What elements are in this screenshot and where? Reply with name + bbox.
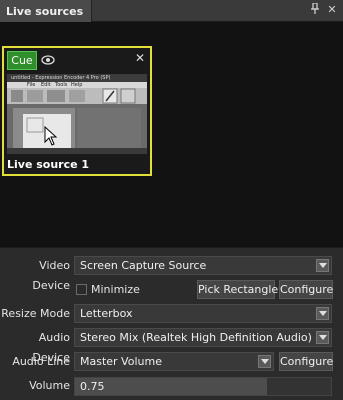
audio-line-value: Master Volume xyxy=(80,355,162,368)
volume-label: Volume xyxy=(29,379,70,392)
resize-mode-row: Resize Mode Letterbox xyxy=(0,304,343,324)
audio-line-row: Audio Line Master Volume Configure xyxy=(0,352,343,372)
minimize-label: Minimize xyxy=(91,283,140,296)
live-sources-area: Cue ✕ untitled - Expression Encoder 4 Pr… xyxy=(0,22,343,247)
resize-mode-label: Resize Mode xyxy=(1,307,70,320)
preview-window-title: untitled - Expression Encoder 4 Pro (SP) xyxy=(11,75,111,81)
source-name: Live source 1 xyxy=(7,158,90,171)
audio-line-select[interactable]: Master Volume xyxy=(74,352,274,371)
preview-menu-tools: Tools xyxy=(55,82,68,88)
preview-menu-edit: Edit xyxy=(41,82,51,88)
preview-menu-help: Help xyxy=(71,82,83,88)
panel-tab[interactable]: Live sources xyxy=(0,0,93,22)
dropdown-arrow-icon[interactable] xyxy=(316,331,329,344)
preview-menu-file: File xyxy=(27,82,36,88)
dropdown-arrow-icon[interactable] xyxy=(316,259,329,272)
resize-mode-value: Letterbox xyxy=(80,307,133,320)
dropdown-arrow-icon[interactable] xyxy=(316,307,329,320)
volume-value: 0.75 xyxy=(80,380,105,393)
audio-configure-button[interactable]: Configure xyxy=(279,352,333,371)
panel-header: Live sources ✕ xyxy=(0,0,343,22)
video-device-row: Video Device Screen Capture Source xyxy=(0,256,343,292)
source-preview-thumbnail: untitled - Expression Encoder 4 Pro (SP)… xyxy=(7,74,147,154)
volume-slider[interactable]: 0.75 xyxy=(74,377,332,396)
panel-title: Live sources xyxy=(6,4,84,18)
cursor-icon xyxy=(44,125,58,149)
pick-rectangle-button[interactable]: Pick Rectangle xyxy=(197,280,278,299)
minimize-checkbox[interactable] xyxy=(76,284,87,295)
dropdown-arrow-icon[interactable] xyxy=(258,355,271,368)
audio-device-value: Stereo Mix (Realtek High Definition Audi… xyxy=(80,331,312,344)
audio-line-label: Audio Line xyxy=(12,355,70,368)
configure-button[interactable]: Configure xyxy=(279,280,333,299)
audio-device-row: Audio Device Stereo Mix (Realtek High De… xyxy=(0,328,343,364)
live-source-card[interactable]: Cue ✕ untitled - Expression Encoder 4 Pr… xyxy=(2,46,152,176)
video-device-select[interactable]: Screen Capture Source xyxy=(74,256,332,275)
remove-source-icon[interactable]: ✕ xyxy=(134,52,146,64)
capture-options-row: Minimize Pick Rectangle Configure xyxy=(0,280,343,300)
resize-mode-select[interactable]: Letterbox xyxy=(74,304,332,323)
eye-icon[interactable] xyxy=(41,54,55,66)
cue-button[interactable]: Cue xyxy=(7,51,37,70)
pin-icon[interactable] xyxy=(308,2,322,17)
source-properties: Video Device Screen Capture Source Minim… xyxy=(0,247,343,400)
audio-device-select[interactable]: Stereo Mix (Realtek High Definition Audi… xyxy=(74,328,332,347)
video-device-value: Screen Capture Source xyxy=(80,259,207,272)
panel-close-icon[interactable]: ✕ xyxy=(325,3,339,17)
volume-row: Volume 0.75 xyxy=(0,376,343,396)
